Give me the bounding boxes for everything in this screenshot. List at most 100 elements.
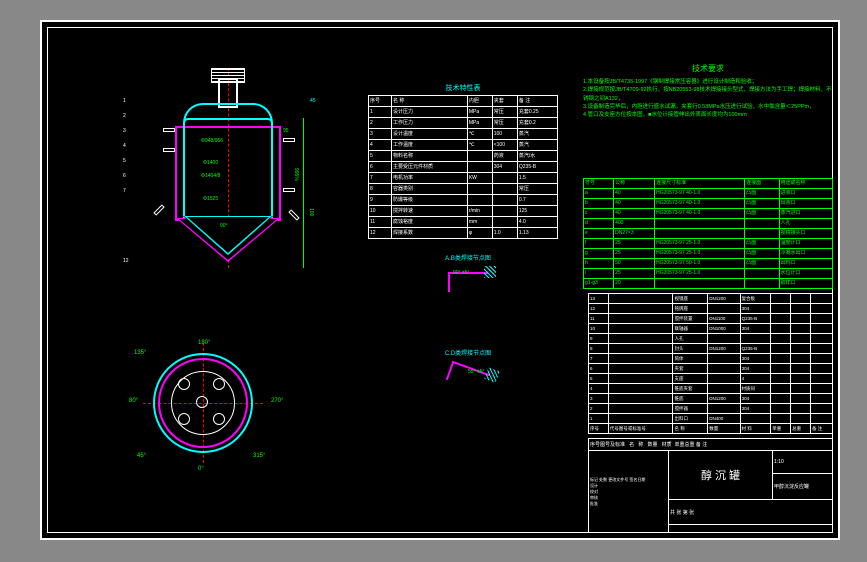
bom-cell: 1 bbox=[589, 414, 609, 424]
nozzle-cell: HG20573-97 25-1.0 bbox=[655, 249, 745, 259]
tech-cell: 腐蚀裕度 bbox=[391, 217, 467, 228]
vessel-cone-bottom bbox=[183, 216, 273, 256]
nozzle-cell: 凸面 bbox=[745, 239, 779, 249]
callout-3: 3 bbox=[123, 128, 126, 134]
bom-cell: 锥底 bbox=[673, 394, 708, 404]
nozzle-cell bbox=[745, 219, 779, 229]
nozzle-cell: 25 bbox=[614, 269, 655, 279]
bom-cell: 11 bbox=[589, 314, 609, 324]
bom-header-cell: 数量 bbox=[708, 424, 740, 434]
bom-cell: 材质同 bbox=[740, 384, 771, 394]
tech-cell: 物料名称 bbox=[391, 151, 467, 162]
detail-a-angle: 90° ±5° bbox=[453, 270, 469, 276]
callout-1: 1 bbox=[123, 98, 126, 104]
nozzle-cell: 蒸汽进口 bbox=[779, 209, 832, 219]
bom-cell: 304 bbox=[740, 354, 771, 364]
callout-5: 5 bbox=[123, 158, 126, 164]
bom-cell bbox=[810, 304, 832, 314]
bom-cell bbox=[608, 394, 673, 404]
detail-b-title: C.D类焊接节点图 bbox=[428, 348, 508, 357]
tech-cell: 5 bbox=[369, 151, 392, 162]
tech-cell: MPa bbox=[467, 107, 492, 118]
dim-h3: 95 bbox=[283, 128, 289, 134]
bom-cell bbox=[810, 414, 832, 424]
support-lug-left bbox=[153, 204, 164, 215]
nozzle-cell bbox=[655, 229, 745, 239]
tech-cell: 8 bbox=[369, 184, 392, 195]
nozzle-schedule-table: 符号公称连接尺寸标准连接面用途或名称a40HG20573-97 40-1.0凸面… bbox=[583, 178, 833, 289]
bom-cell bbox=[810, 344, 832, 354]
nozzle-cell: 水位计口 bbox=[779, 269, 832, 279]
callout-4: 4 bbox=[123, 143, 126, 149]
tech-cell: 工作温度 bbox=[391, 140, 467, 151]
nozzle-cell: g1-g3 bbox=[584, 279, 614, 289]
sheet-info: 共 张 第 张 bbox=[669, 499, 833, 525]
bom-cell bbox=[608, 294, 673, 304]
drawing-inner-frame: Φ948/956 Φ1400 Φ1404/8 Φ1525 995% 100 95… bbox=[47, 27, 833, 533]
tech-cell bbox=[492, 206, 517, 217]
bom-header-row: 序号图号及标准 名 称 数量 材质 单重总重 备 注 bbox=[589, 439, 833, 451]
bom-cell bbox=[791, 324, 811, 334]
tech-cell: 125 bbox=[517, 206, 557, 217]
tech-cell: 蒸汽 bbox=[517, 129, 557, 140]
tech-cell: 主要受压元件材质 bbox=[391, 162, 467, 173]
bom-cell: 304 bbox=[740, 394, 771, 404]
tech-cell bbox=[492, 217, 517, 228]
bom-cell: 5 bbox=[589, 374, 609, 384]
tech-cell: 搅拌转速 bbox=[391, 206, 467, 217]
bom-cell bbox=[771, 414, 791, 424]
bom-cell bbox=[608, 324, 673, 334]
nozzle-cell: 凸面 bbox=[745, 259, 779, 269]
bom-header-cell: 材 料 bbox=[740, 424, 771, 434]
bom-header-cell: 单重 bbox=[771, 424, 791, 434]
nozzle-header-cell: 符号 bbox=[584, 179, 614, 189]
nozzle-right-2 bbox=[283, 188, 295, 192]
angle-45: 45° bbox=[137, 453, 146, 459]
tech-cell: 常压 bbox=[492, 118, 517, 129]
nozzle-cell: 凸面 bbox=[745, 249, 779, 259]
nozzle-cell: h bbox=[584, 259, 614, 269]
nozzle-cell: 40 bbox=[614, 209, 655, 219]
bom-cell: 304 bbox=[740, 404, 771, 414]
tech-note-line: 4.管口及支座方位按本图，■水位计接管伸出外表面长度均为100mm bbox=[583, 111, 833, 119]
bom-cell bbox=[771, 314, 791, 324]
tech-cell: 11 bbox=[369, 217, 392, 228]
bom-cell bbox=[771, 344, 791, 354]
nozzle-left-1 bbox=[163, 128, 175, 132]
bom-cell: 8 bbox=[589, 344, 609, 354]
bom-cell: 9 bbox=[589, 334, 609, 344]
tech-cell: 充套0.25 bbox=[517, 107, 557, 118]
bom-cell bbox=[708, 384, 740, 394]
bom-cell: 铭牌座 bbox=[673, 304, 708, 314]
nozzle-left-2 bbox=[163, 148, 175, 152]
nozzle-cell: 400 bbox=[614, 219, 655, 229]
nozzle-cell bbox=[655, 219, 745, 229]
bom-cell: DN1200 bbox=[708, 394, 740, 404]
tech-note-line: 1.本设备按JB/T4735-1997《钢制焊接常压容器》进行设计制造和验收； bbox=[583, 78, 833, 86]
tech-cell: 10 bbox=[369, 206, 392, 217]
tech-cell bbox=[492, 184, 517, 195]
tech-cell: 304 bbox=[492, 162, 517, 173]
nozzle-cell: HG20573-97 40-1.0 bbox=[655, 189, 745, 199]
bom-cell: 12 bbox=[589, 304, 609, 314]
nozzle-cell: f bbox=[584, 239, 614, 249]
bom-cell: 3 bbox=[589, 394, 609, 404]
top-nozzle-1 bbox=[178, 378, 190, 390]
tech-header-cell: 序号 bbox=[369, 96, 392, 107]
angle-315: 315° bbox=[253, 453, 265, 459]
revision-block: 标记 处数 更改文件号 签名日期设计校对审核批准 bbox=[589, 451, 669, 533]
tech-cell bbox=[467, 162, 492, 173]
tech-cell: 0.7 bbox=[517, 195, 557, 206]
vessel-elevation-view: Φ948/956 Φ1400 Φ1404/8 Φ1525 995% 100 95… bbox=[123, 68, 333, 288]
angle-135: 135° bbox=[134, 350, 146, 356]
bom-cell bbox=[771, 404, 791, 414]
bom-cell bbox=[810, 374, 832, 384]
bom-cell: 人孔 bbox=[673, 334, 708, 344]
nozzle-cell: 视镜接头口 bbox=[779, 229, 832, 239]
weld-detail-b: C.D类焊接节点图 55° ±5° bbox=[428, 348, 508, 408]
tech-cell: φ bbox=[467, 228, 492, 239]
nozzle-header-cell: 用途或名称 bbox=[779, 179, 832, 189]
technical-requirements: 技术要求 1.本设备按JB/T4735-1997《钢制焊接常压容器》进行设计制造… bbox=[583, 63, 833, 119]
bom-cell bbox=[771, 354, 791, 364]
nozzle-right-1 bbox=[283, 138, 295, 142]
